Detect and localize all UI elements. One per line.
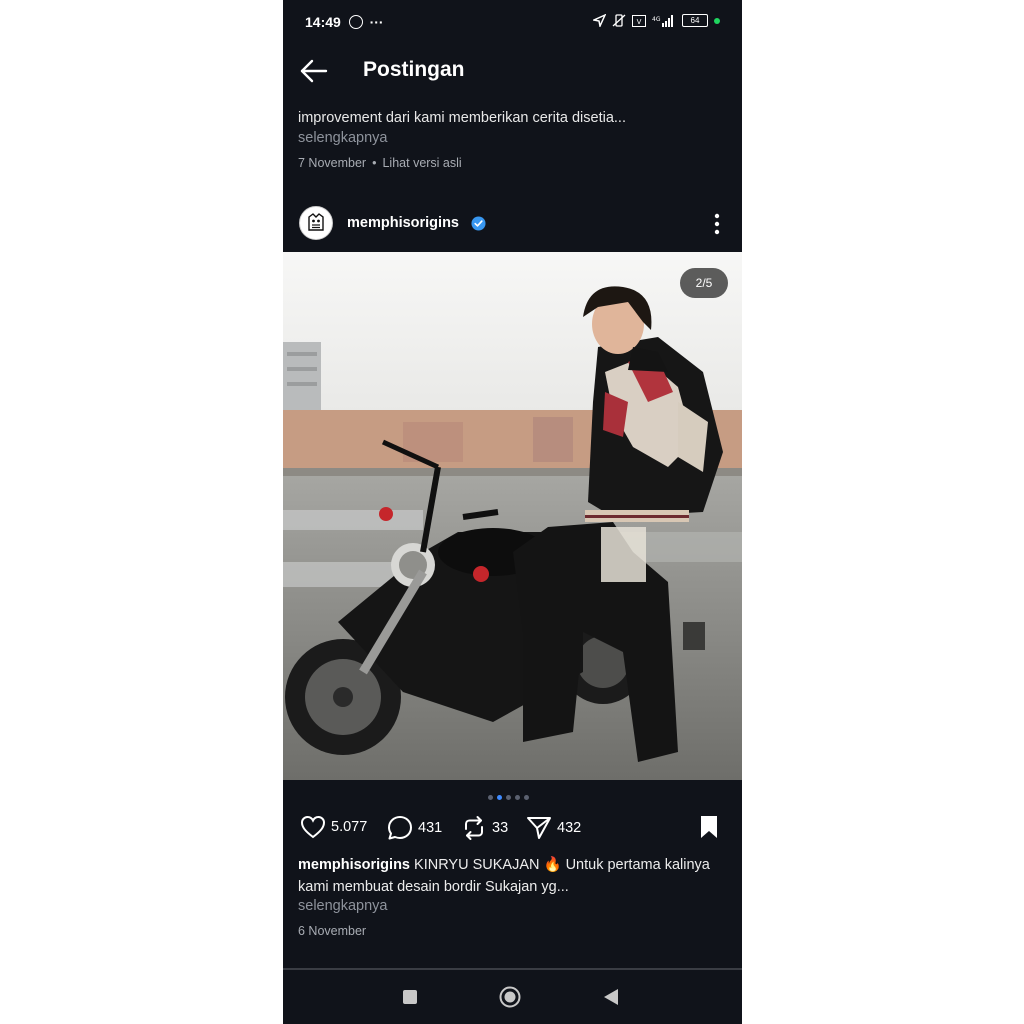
phone-screen: 14:49 ··· V 4G 64 Postingan improvement … [283,0,742,1024]
carousel-dot [515,795,520,800]
post-date: 6 November [298,924,367,938]
nav-back-button[interactable] [603,988,619,1006]
caption-more-link[interactable]: selengkapnya [298,898,388,914]
page-title: Postingan [363,58,465,81]
svg-text:V: V [637,18,642,26]
heart-icon [300,815,326,839]
battery-icon: 64 [682,14,708,27]
more-options-icon[interactable] [707,210,727,238]
separator-dot: • [372,156,377,170]
previous-post-meta: 7 November • Lihat versi asli [298,156,462,170]
vibrate-off-icon [612,14,626,27]
carousel-dot [524,795,529,800]
see-original-link[interactable]: Lihat versi asli [382,156,461,170]
previous-post-date: 7 November [298,156,367,170]
caption-username[interactable]: memphisorigins [298,857,410,873]
post-photo[interactable] [283,252,742,780]
clock: 14:49 [305,14,341,30]
share-button[interactable]: 432 [526,815,581,841]
carousel-dot-active [497,795,502,800]
volte-icon: V [632,14,646,27]
svg-text:4G: 4G [652,16,661,23]
bookmark-icon[interactable] [699,815,719,839]
signal-icon: 4G [652,14,673,27]
carousel-dot [488,795,493,800]
post-caption: memphisorigins KINRYU SUKAJAN 🔥 Untuk pe… [298,855,718,898]
avatar[interactable] [299,206,333,240]
previous-post-more-link[interactable]: selengkapnya [298,130,388,146]
more-notifications: ··· [369,14,384,30]
comment-count: 431 [418,820,443,836]
back-arrow-icon[interactable] [297,56,331,86]
verified-badge-icon [471,216,486,231]
repost-count: 33 [492,820,509,836]
comment-button[interactable]: 431 [387,815,442,841]
carousel-dots [488,795,529,800]
previous-post-caption: improvement dari kami memberikan cerita … [298,110,626,126]
like-count: 5.077 [331,819,368,835]
carousel-dot [506,795,511,800]
send-icon [527,817,551,839]
whatsapp-icon [348,15,363,29]
recents-button[interactable] [403,990,417,1004]
post-username[interactable]: memphisorigins [347,215,459,231]
comment-icon [388,816,412,840]
location-icon [593,14,606,27]
repost-button[interactable]: 33 [461,815,508,841]
status-bar-time: 14:49 ··· [305,14,384,30]
share-count: 432 [557,820,582,836]
privacy-indicator-dot [714,17,720,24]
like-button[interactable]: 5.077 [300,815,367,839]
status-bar-icons: V 4G 64 [593,14,720,27]
home-button[interactable] [499,986,521,1008]
repost-icon [465,816,483,840]
carousel-counter: 2/5 [680,268,728,298]
photo-illustration [283,252,742,780]
brand-logo-icon [308,213,324,231]
